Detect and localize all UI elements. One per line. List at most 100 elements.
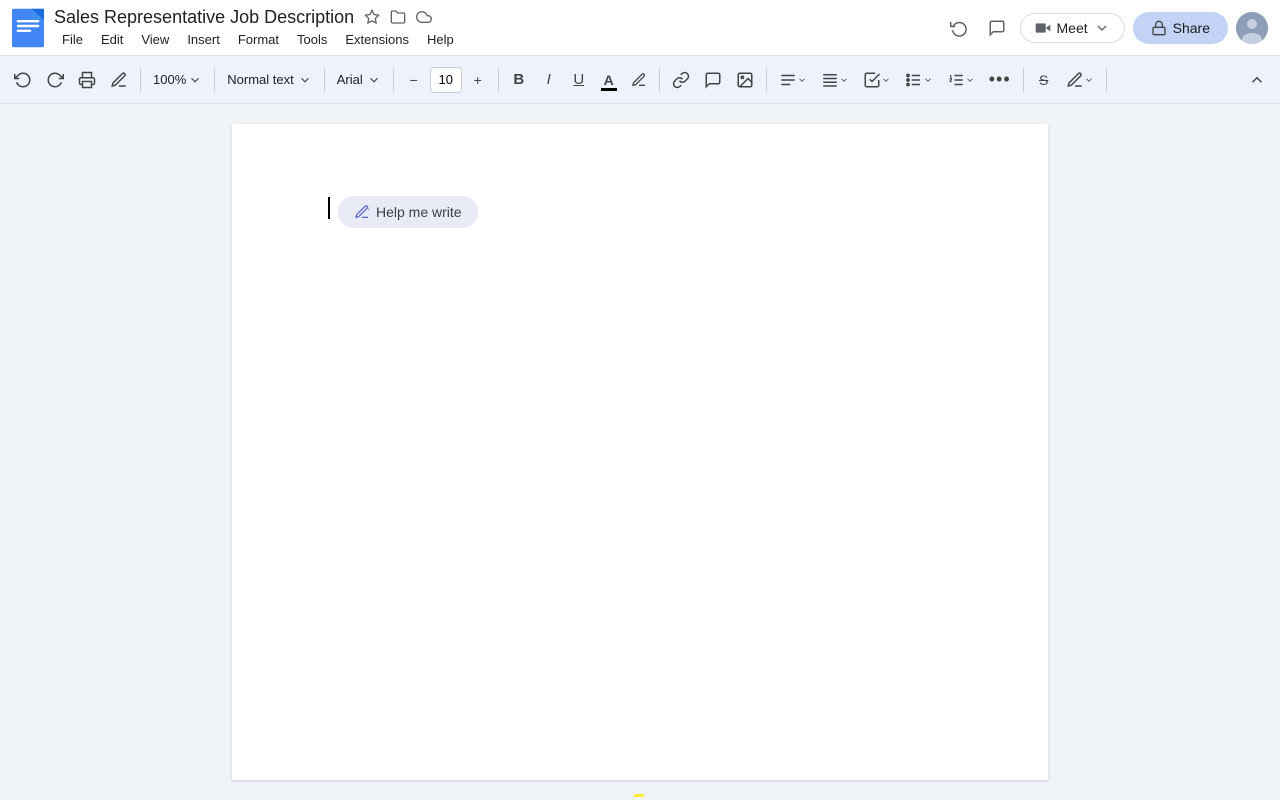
title-right: Meet Share [944,12,1268,44]
cloud-button[interactable] [414,7,434,27]
bullet-list-icon [905,71,923,89]
text-color-icon: A [604,72,614,88]
redo-button[interactable] [40,66,70,94]
document-page[interactable]: Help me write [232,124,1048,780]
menu-file[interactable]: File [54,30,91,49]
docs-icon [12,8,44,48]
insert-comment-icon [704,71,722,89]
text-color-bar [601,88,617,91]
spellcheck-icon [110,71,128,89]
collapse-toolbar-button[interactable] [1242,66,1272,94]
undo-button[interactable] [8,66,38,94]
highlight-icon [631,72,647,88]
numberedlist-chevron-icon [965,75,975,85]
undo-icon [14,71,32,89]
share-button[interactable]: Share [1133,12,1228,44]
title-bar: Sales Representative Job Description [0,0,1280,56]
italic-button[interactable]: I [535,66,563,94]
numbered-list-icon [947,71,965,89]
separator-2 [214,68,215,92]
comment-icon [988,19,1006,37]
comments-button[interactable] [982,13,1012,43]
doc-title-row: Sales Representative Job Description [54,7,944,28]
font-size-input[interactable] [430,67,462,93]
style-selector[interactable]: Normal text [221,70,317,89]
zoom-chevron-icon [188,73,202,87]
style-chevron-icon [298,73,312,87]
more-options-button[interactable]: ••• [983,66,1017,94]
style-value: Normal text [227,72,293,87]
highlight-bar [634,794,644,797]
star-button[interactable] [362,7,382,27]
menu-edit[interactable]: Edit [93,30,131,49]
align-icon [779,71,797,89]
pen-chevron-icon [1084,75,1094,85]
separator-6 [659,68,660,92]
avatar-image [1236,12,1268,44]
image-icon [736,71,754,89]
bold-button[interactable]: B [505,66,533,94]
text-cursor [328,197,330,219]
lock-icon [1151,20,1167,36]
separator-4 [393,68,394,92]
video-icon [1035,20,1051,36]
doc-title-text[interactable]: Sales Representative Job Description [54,7,354,28]
separator-7 [766,68,767,92]
menu-extensions[interactable]: Extensions [337,30,417,49]
redo-icon [46,71,64,89]
menu-bar: File Edit View Insert Format Tools Exten… [54,30,944,49]
cursor-line: Help me write [328,196,952,228]
font-selector[interactable]: Arial [331,70,387,89]
menu-view[interactable]: View [133,30,177,49]
numbered-list-button[interactable] [941,66,981,94]
checklist-button[interactable] [857,66,897,94]
spellcheck-button[interactable] [104,66,134,94]
folder-button[interactable] [388,7,408,27]
zoom-control[interactable]: 100% [147,70,208,89]
font-chevron-icon [367,73,381,87]
strikethrough-button[interactable]: S [1030,66,1058,94]
title-icons [362,7,434,27]
help-me-write-icon [354,204,370,220]
separator-3 [324,68,325,92]
font-size-control: − + [400,66,492,94]
font-size-decrease[interactable]: − [400,66,428,94]
insert-image-button[interactable] [730,66,760,94]
bullet-list-button[interactable] [899,66,939,94]
help-me-write-button[interactable]: Help me write [338,196,478,228]
document-area: Help me write [0,104,1280,800]
history-button[interactable] [944,13,974,43]
line-spacing-button[interactable] [815,66,855,94]
toolbar: 100% Normal text Arial − + B I U A [0,56,1280,104]
linespacing-chevron-icon [839,75,849,85]
meet-button[interactable]: Meet [1020,13,1125,43]
line-spacing-icon [821,71,839,89]
alignment-button[interactable] [773,66,813,94]
menu-insert[interactable]: Insert [179,30,228,49]
separator-8 [1023,68,1024,92]
help-me-write-label: Help me write [376,204,462,220]
pen-button[interactable] [1060,66,1100,94]
link-icon [672,71,690,89]
separator-1 [140,68,141,92]
share-label: Share [1173,20,1210,36]
star-icon [364,9,380,25]
insert-comment-button[interactable] [698,66,728,94]
checklist-chevron-icon [881,75,891,85]
menu-tools[interactable]: Tools [289,30,335,49]
highlight-button[interactable] [625,66,653,94]
more-dots-icon: ••• [989,69,1011,90]
font-value: Arial [337,72,363,87]
history-icon [950,19,968,37]
text-color-button[interactable]: A [595,66,623,94]
checklist-icon [863,71,881,89]
link-button[interactable] [666,66,696,94]
underline-button[interactable]: U [565,66,593,94]
user-avatar[interactable] [1236,12,1268,44]
menu-help[interactable]: Help [419,30,462,49]
print-button[interactable] [72,66,102,94]
font-size-increase[interactable]: + [464,66,492,94]
separator-9 [1106,68,1107,92]
menu-format[interactable]: Format [230,30,287,49]
meet-label: Meet [1057,20,1088,36]
